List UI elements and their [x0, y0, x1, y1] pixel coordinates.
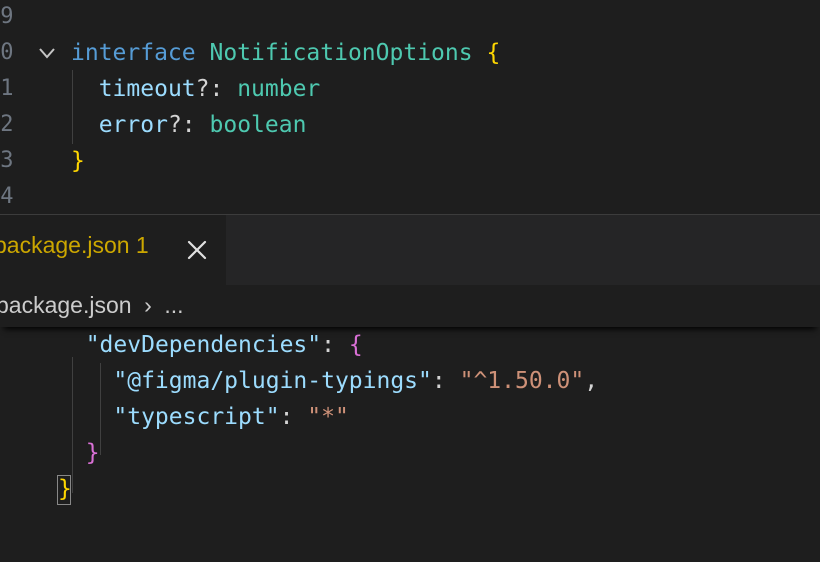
tab-package-json[interactable]: package.json 1: [0, 215, 226, 285]
chevron-right-icon: ›: [144, 292, 152, 318]
code-line[interactable]: 4 "typescript": "*": [0, 399, 820, 435]
code-editor-bottom[interactable]: 2 "devDependencies": {3 "@figma/plugin-t…: [0, 327, 820, 562]
code-line[interactable]: 83}: [0, 143, 820, 179]
code-token: "typescript": [113, 404, 280, 430]
code-line[interactable]: 5 }: [0, 435, 820, 471]
code-token: NotificationOptions: [209, 40, 473, 66]
code-line[interactable]: 81 timeout?: number: [0, 71, 820, 107]
code-text: }: [71, 143, 85, 179]
code-line[interactable]: 2 "devDependencies": {: [0, 327, 820, 363]
code-token: }: [85, 440, 100, 466]
code-token: ?:: [195, 76, 238, 102]
code-token: {: [486, 40, 501, 66]
chevron-down-icon[interactable]: [38, 45, 56, 61]
code-text: interface NotificationOptions {: [71, 35, 500, 71]
code-line[interactable]: 6}: [0, 471, 820, 507]
code-line[interactable]: 79: [0, 0, 820, 35]
code-text: error?: boolean: [71, 107, 307, 143]
code-token: boolean: [209, 112, 307, 138]
code-line[interactable]: 82 error?: boolean: [0, 107, 820, 143]
line-number: 82: [0, 112, 14, 137]
line-number: 83: [0, 148, 14, 173]
code-token: timeout: [98, 76, 196, 102]
bracket-match-highlight: [57, 475, 71, 505]
code-token: error: [98, 112, 168, 138]
code-text: "devDependencies": {: [58, 327, 363, 363]
code-token: "*": [307, 404, 349, 430]
breadcrumb-bar: package.json › ...: [0, 285, 820, 327]
tab-label: package.json 1: [0, 232, 149, 258]
tab-bar: package.json 1: [0, 215, 820, 285]
code-token: number: [237, 76, 321, 102]
code-text: "@figma/plugin-typings": "^1.50.0",: [58, 363, 598, 399]
code-token: "devDependencies": [85, 332, 322, 358]
line-number: 81: [0, 76, 14, 101]
line-number: 80: [0, 40, 14, 65]
close-icon[interactable]: [186, 239, 208, 261]
code-token: :: [279, 404, 308, 430]
code-token: }: [71, 148, 85, 174]
code-text: }: [58, 435, 100, 471]
code-token: {: [348, 332, 363, 358]
breadcrumb-item-ellipsis[interactable]: ...: [164, 292, 183, 318]
code-line[interactable]: 7: [0, 507, 820, 543]
code-token: :: [431, 368, 460, 394]
code-token: interface: [71, 40, 196, 66]
code-line[interactable]: 84: [0, 179, 820, 214]
code-line[interactable]: 3 "@figma/plugin-typings": "^1.50.0",: [0, 363, 820, 399]
code-editor-top[interactable]: 7980interface NotificationOptions {81 ti…: [0, 0, 820, 214]
code-token: ?:: [167, 112, 210, 138]
breadcrumb-item-file[interactable]: package.json: [0, 292, 132, 318]
line-number: 79: [0, 4, 14, 29]
line-number: 84: [0, 184, 14, 209]
breadcrumb: package.json › ...: [0, 292, 184, 319]
code-text: timeout?: number: [71, 71, 321, 107]
code-token: "@figma/plugin-typings": [113, 368, 432, 394]
code-text: "typescript": "*": [58, 399, 349, 435]
code-token: "^1.50.0": [459, 368, 585, 394]
code-line[interactable]: 80 interface NotificationOptions {: [0, 35, 820, 71]
code-token: :: [321, 332, 349, 358]
code-token: ,: [584, 368, 599, 394]
